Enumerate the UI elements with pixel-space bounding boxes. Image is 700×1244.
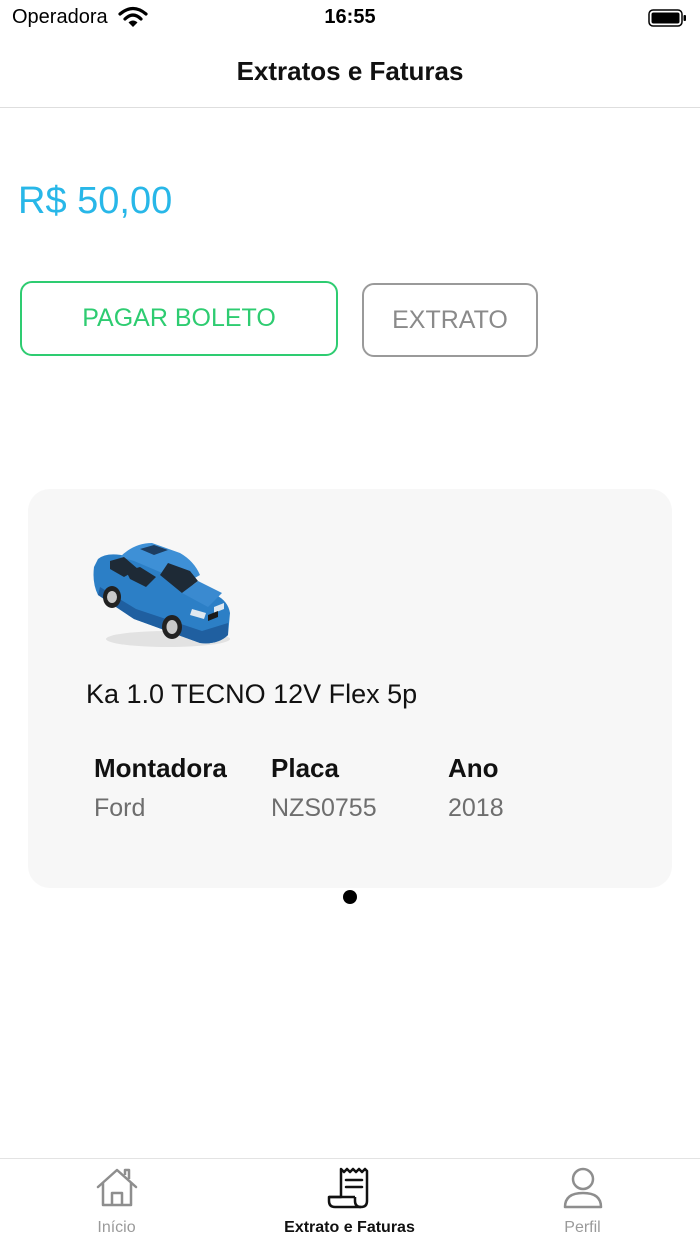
year-value: 2018 bbox=[448, 794, 504, 822]
year-field: Ano 2018 bbox=[448, 753, 504, 823]
clock: 16:55 bbox=[324, 6, 376, 28]
manufacturer-value: Ford bbox=[94, 794, 146, 822]
vehicle-card[interactable]: Ka 1.0 TECNO 12V Flex 5p Montadora Ford … bbox=[28, 489, 672, 888]
pay-bill-button[interactable]: PAGAR BOLETO bbox=[20, 281, 338, 356]
tab-extrato-faturas-label: Extrato e Faturas bbox=[284, 1219, 415, 1236]
manufacturer-label: Montadora bbox=[94, 753, 227, 783]
tab-perfil[interactable]: Perfil bbox=[466, 1159, 699, 1244]
plate-field: Placa NZS0755 bbox=[271, 753, 377, 823]
page-title: Extratos e Faturas bbox=[236, 56, 464, 86]
user-icon bbox=[563, 1167, 602, 1209]
pay-bill-button-label: PAGAR BOLETO bbox=[82, 304, 276, 332]
vehicle-model: Ka 1.0 TECNO 12V Flex 5p bbox=[86, 679, 418, 709]
tab-bar: Início Extrato e Faturas Perfil bbox=[0, 1158, 700, 1244]
status-bar: Operadora 16:55 bbox=[0, 0, 700, 36]
plate-label: Placa bbox=[271, 753, 339, 783]
manufacturer-field: Montadora Ford bbox=[94, 753, 227, 823]
tab-inicio-label: Início bbox=[97, 1219, 136, 1236]
receipt-icon bbox=[327, 1167, 368, 1209]
tab-perfil-label: Perfil bbox=[564, 1219, 601, 1236]
battery-icon bbox=[648, 9, 686, 27]
carousel-page-indicator[interactable] bbox=[343, 890, 357, 904]
plate-value: NZS0755 bbox=[271, 794, 377, 822]
car-icon bbox=[93, 543, 230, 647]
tab-extrato-faturas[interactable]: Extrato e Faturas bbox=[233, 1159, 466, 1244]
tab-inicio[interactable]: Início bbox=[0, 1159, 233, 1244]
statement-button[interactable]: EXTRATO bbox=[362, 283, 538, 357]
statement-button-label: EXTRATO bbox=[392, 305, 508, 334]
navigation-bar: Extratos e Faturas bbox=[0, 36, 700, 108]
home-icon bbox=[96, 1168, 137, 1207]
balance-amount: R$ 50,00 bbox=[18, 180, 173, 222]
year-label: Ano bbox=[448, 753, 499, 783]
